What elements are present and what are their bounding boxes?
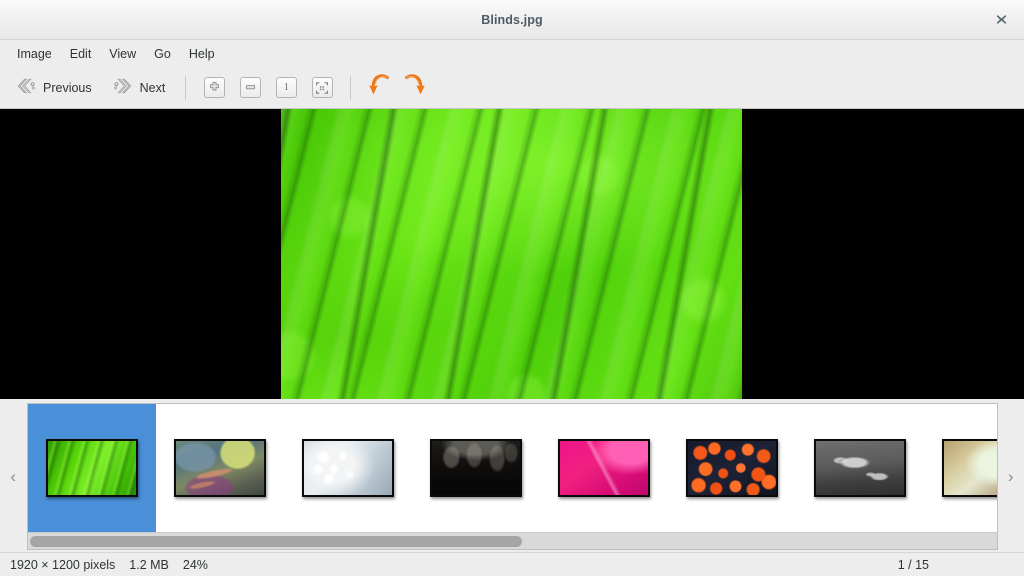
normal-size-icon: 1 — [275, 77, 297, 98]
zoom-level: 24% — [182, 557, 208, 572]
thumbnail-frame — [429, 439, 522, 497]
previous-label: Previous — [43, 80, 92, 95]
leaf-vein-layer-2 — [281, 109, 742, 399]
thumbnail-grass[interactable] — [156, 404, 284, 532]
best-fit-button[interactable] — [308, 75, 336, 101]
thumbnail-image — [431, 441, 520, 495]
toolbar-separator-2 — [350, 75, 352, 100]
rotate-clockwise-icon — [404, 73, 426, 102]
thumbnail-orange-flowers[interactable] — [668, 404, 796, 532]
next-label: Next — [139, 80, 166, 95]
menu-image[interactable]: Image — [8, 44, 61, 64]
zoom-out-icon — [239, 77, 261, 98]
toolbar-separator-1 — [185, 75, 187, 100]
menu-help[interactable]: Help — [180, 44, 224, 64]
thumbnail-blinds[interactable] — [27, 404, 156, 532]
thumbnail-frame — [301, 439, 394, 497]
thumbnail-scrollbar[interactable] — [27, 532, 997, 549]
thumbnail-frame — [173, 439, 266, 497]
image-filesize: 1.2 MB — [129, 557, 169, 572]
image-dimensions: 1920 × 1200 pixels — [10, 557, 116, 572]
thumbnail-image — [559, 441, 648, 495]
zoom-in-icon — [203, 77, 225, 98]
displayed-image[interactable] — [281, 109, 742, 399]
thumbnail-pink[interactable] — [540, 404, 668, 532]
thumbnail-strip-viewport — [26, 403, 998, 550]
thumbnail-image — [815, 441, 904, 495]
best-fit-icon — [311, 77, 333, 98]
thumbnail-image — [47, 441, 136, 495]
statusbar-left: 1920 × 1200 pixels 1.2 MB 24% — [10, 558, 208, 572]
normal-size-glyph: 1 — [283, 82, 289, 93]
thumbnail-frame — [685, 439, 778, 497]
thumbnail-scrollbar-thumb[interactable] — [29, 535, 522, 547]
rotate-clockwise-button[interactable] — [401, 73, 429, 102]
titlebar: Blinds.jpg — [0, 0, 1024, 40]
menu-go[interactable]: Go — [145, 44, 180, 64]
normal-size-button[interactable]: 1 — [272, 75, 300, 101]
image-position: 1 / 15 — [897, 557, 929, 572]
previous-button[interactable]: Previous — [6, 73, 101, 103]
thumbnail-strip: ‹ › — [0, 399, 1024, 552]
rotate-counterclockwise-button[interactable] — [365, 73, 393, 102]
thumbnail-water-drops[interactable] — [796, 404, 924, 532]
window-title: Blinds.jpg — [481, 12, 543, 27]
close-icon[interactable] — [990, 9, 1012, 31]
strip-previous-arrow-icon[interactable]: ‹ — [0, 403, 27, 550]
thumbnail-dark-leaves[interactable] — [412, 404, 540, 532]
next-icon — [112, 78, 134, 97]
previous-icon — [15, 78, 37, 97]
strip-next-arrow-icon[interactable]: › — [998, 403, 1024, 550]
image-viewer-window: Blinds.jpg Image Edit View Go Help Previ… — [0, 0, 1024, 576]
thumbnail-image — [943, 441, 997, 495]
thumbnail-frame — [941, 439, 997, 497]
thumbnail-image — [303, 441, 392, 495]
zoom-in-button[interactable] — [200, 75, 228, 101]
toolbar: Previous Next 1 — [0, 67, 1024, 109]
thumbnail-frame — [557, 439, 650, 497]
menu-edit[interactable]: Edit — [61, 44, 101, 64]
image-display-area[interactable] — [0, 109, 1024, 399]
thumbnail-warm-blur[interactable] — [924, 404, 997, 532]
thumbnail-frame — [813, 439, 906, 497]
thumbnail-frame — [45, 439, 138, 497]
rotate-counterclockwise-icon — [368, 73, 390, 102]
thumbnail-list — [27, 404, 997, 532]
statusbar: 1920 × 1200 pixels 1.2 MB 24% 1 / 15 — [0, 552, 1024, 576]
menu-view[interactable]: View — [100, 44, 145, 64]
thumbnail-fluff[interactable] — [284, 404, 412, 532]
menubar: Image Edit View Go Help — [0, 40, 1024, 67]
thumbnail-image — [687, 441, 776, 495]
zoom-out-button[interactable] — [236, 75, 264, 101]
next-button[interactable]: Next — [103, 73, 175, 103]
thumbnail-image — [175, 441, 264, 495]
